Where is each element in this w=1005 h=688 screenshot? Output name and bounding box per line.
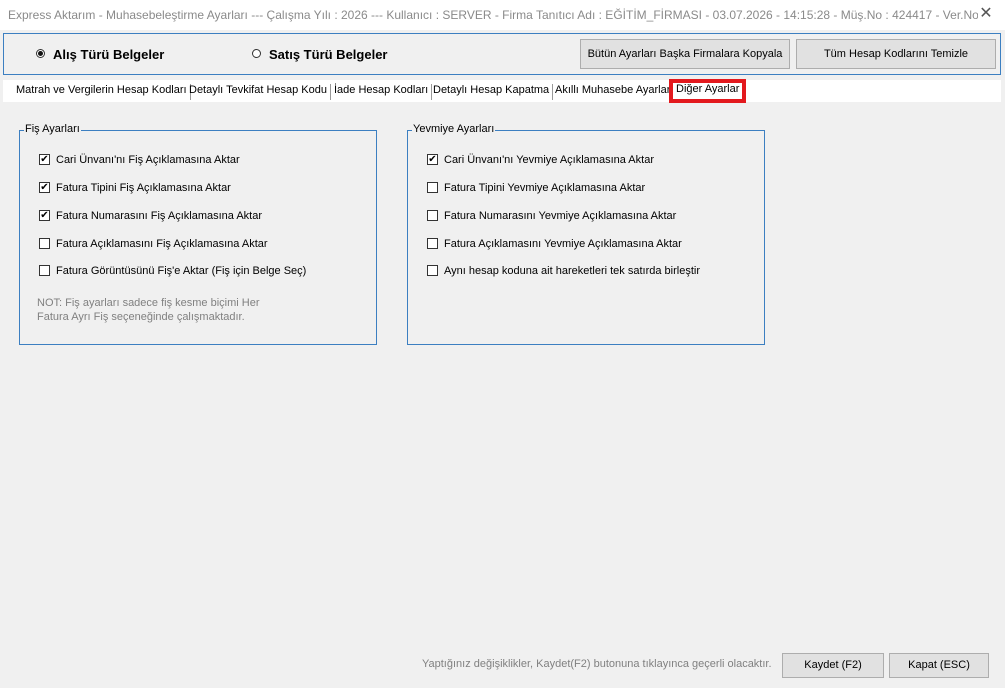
fis-option-label: Fatura Numarasını Fiş Açıklamasına Aktar [56, 210, 263, 222]
fis-option-label: Fatura Açıklamasını Fiş Açıklamasına Akt… [56, 238, 268, 250]
radio-alis-label: Alış Türü Belgeler [53, 47, 165, 62]
yevmiye-option-label: Aynı hesap koduna ait hareketleri tek sa… [444, 265, 700, 277]
copy-settings-button[interactable]: Bütün Ayarları Başka Firmalara Kopyala [580, 39, 790, 69]
yevmiye-option-fatura-numarasi[interactable]: Fatura Numarasını Yevmiye Açıklamasına A… [427, 209, 677, 224]
yevmiye-option-label: Fatura Açıklamasını Yevmiye Açıklamasına… [444, 238, 682, 250]
yevmiye-option-cari-unvan[interactable]: ✔ Cari Ünvanı'nı Yevmiye Açıklamasına Akt… [427, 153, 654, 168]
checkbox-unchecked-icon [39, 264, 50, 276]
close-icon[interactable]: ✕ [977, 5, 995, 23]
fis-settings-group: Fiş Ayarları ✔ Cari Ünvanı'nı Fiş Açıklam… [19, 123, 377, 345]
tab-iade-hesap[interactable]: İade Hesap Kodları [331, 84, 433, 100]
yevmiye-option-fatura-tipi[interactable]: Fatura Tipini Yevmiye Açıklamasına Aktar [427, 181, 646, 196]
window-title: Express Aktarım - Muhasebeleştirme Ayarl… [8, 8, 978, 22]
yevmiye-settings-group: Yevmiye Ayarları ✔ Cari Ünvanı'nı Yevmiye… [407, 123, 765, 345]
checkbox-checked-icon: ✔ [427, 153, 438, 165]
tab-matrah-vergiler[interactable]: Matrah ve Vergilerin Hesap Kodları [13, 84, 191, 100]
document-type-panel: Alış Türü Belgeler Satış Türü Belgeler B… [3, 33, 1001, 75]
yevmiye-option-label: Cari Ünvanı'nı Yevmiye Açıklamasına Akta… [444, 154, 654, 166]
yevmiye-settings-legend: Yevmiye Ayarları [412, 123, 496, 135]
clear-account-codes-button[interactable]: Tüm Hesap Kodlarını Temizle [796, 39, 996, 69]
radio-satis-label: Satış Türü Belgeler [269, 47, 388, 62]
fis-note: NOT: Fiş ayarları sadece fiş kesme biçim… [37, 296, 260, 324]
yevmiye-option-label: Fatura Numarasını Yevmiye Açıklamasına A… [444, 210, 677, 222]
save-hint-text: Yaptığınız değişiklikler, Kaydet(F2) but… [422, 658, 772, 670]
fis-note-line1: NOT: Fiş ayarları sadece fiş kesme biçim… [37, 297, 260, 309]
checkbox-unchecked-icon [427, 237, 438, 249]
fis-settings-legend: Fiş Ayarları [24, 123, 81, 135]
yevmiye-option-tek-satir[interactable]: Aynı hesap koduna ait hareketleri tek sa… [427, 264, 700, 279]
fis-option-label: Fatura Tipini Fiş Açıklamasına Aktar [56, 182, 231, 194]
fis-option-fatura-tipi[interactable]: ✔ Fatura Tipini Fiş Açıklamasına Aktar [39, 181, 231, 196]
tab-diger-ayarlar[interactable]: Diğer Ayarlar [668, 79, 747, 103]
tab-strip: Matrah ve Vergilerin Hesap Kodları Detay… [3, 79, 1001, 103]
checkbox-checked-icon: ✔ [39, 153, 50, 165]
tab-detayli-tevkifat[interactable]: Detaylı Tevkifat Hesap Kodu [186, 84, 331, 100]
close-button[interactable]: Kapat (ESC) [889, 653, 989, 678]
tab-akilli-muhasebe[interactable]: Akıllı Muhasebe Ayarları [552, 84, 678, 100]
radio-unselected-icon [252, 49, 261, 59]
checkbox-unchecked-icon [427, 209, 438, 221]
radio-satis-belgeler[interactable]: Satış Türü Belgeler [252, 47, 387, 63]
checkbox-unchecked-icon [427, 264, 438, 276]
fis-note-line2: Fatura Ayrı Fiş seçeneğinde çalışmaktadı… [37, 311, 245, 323]
checkbox-unchecked-icon [39, 237, 50, 249]
yevmiye-option-label: Fatura Tipini Yevmiye Açıklamasına Aktar [444, 182, 646, 194]
fis-option-cari-unvan[interactable]: ✔ Cari Ünvanı'nı Fiş Açıklamasına Aktar [39, 153, 240, 168]
radio-alis-belgeler[interactable]: Alış Türü Belgeler [36, 47, 164, 63]
fis-option-fatura-goruntusu[interactable]: Fatura Görüntüsünü Fiş'e Aktar (Fiş için… [39, 264, 307, 279]
radio-selected-icon [36, 49, 45, 59]
fis-option-fatura-numarasi[interactable]: ✔ Fatura Numarasını Fiş Açıklamasına Akta… [39, 209, 263, 224]
fis-option-label: Fatura Görüntüsünü Fiş'e Aktar (Fiş için… [56, 265, 307, 277]
checkbox-checked-icon: ✔ [39, 209, 50, 221]
checkbox-unchecked-icon [427, 181, 438, 193]
checkbox-checked-icon: ✔ [39, 181, 50, 193]
tab-detayli-hesap-kapatma[interactable]: Detaylı Hesap Kapatma [430, 84, 554, 100]
yevmiye-option-fatura-aciklamasi[interactable]: Fatura Açıklamasını Yevmiye Açıklamasına… [427, 237, 682, 252]
title-bar: Express Aktarım - Muhasebeleştirme Ayarl… [0, 0, 1005, 30]
save-button[interactable]: Kaydet (F2) [782, 653, 884, 678]
fis-option-label: Cari Ünvanı'nı Fiş Açıklamasına Aktar [56, 154, 240, 166]
fis-option-fatura-aciklamasi[interactable]: Fatura Açıklamasını Fiş Açıklamasına Akt… [39, 237, 268, 252]
